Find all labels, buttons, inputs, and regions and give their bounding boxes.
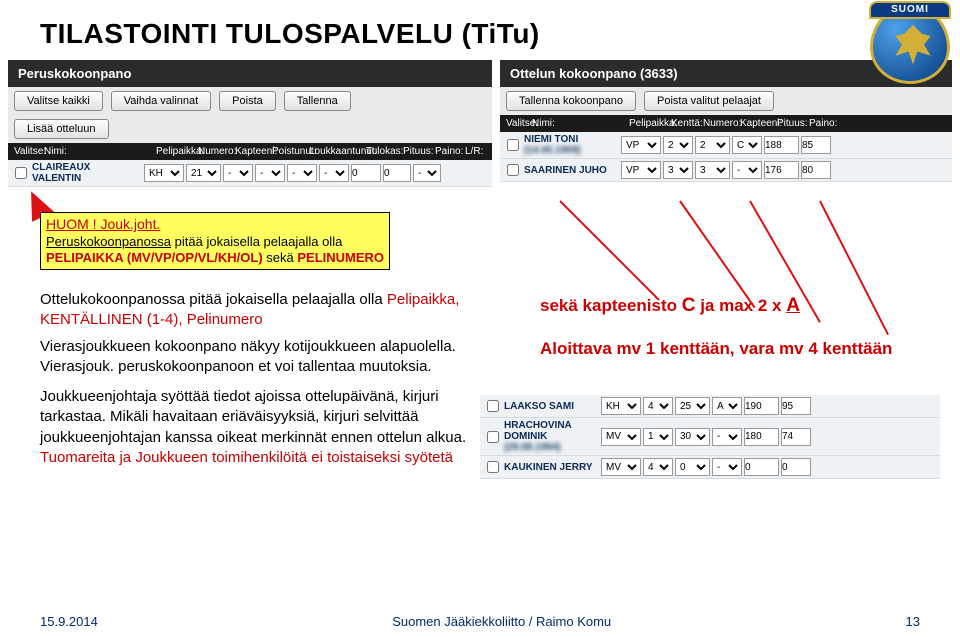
lower-right-table: LAAKSO SAMI KH 4 25 A HRACHOVINA DOMINIK…: [480, 395, 940, 479]
player-name: HRACHOVINA DOMINIK (29.08.1994): [504, 420, 599, 453]
weight-input[interactable]: [801, 136, 831, 154]
player-name: CLAIREAUX VALENTIN: [32, 162, 142, 184]
captain-select[interactable]: -: [712, 428, 742, 446]
number-select[interactable]: 30: [675, 428, 710, 446]
table-row: LAAKSO SAMI KH 4 25 A: [480, 395, 940, 418]
weight-input[interactable]: [383, 164, 411, 182]
select-all-button[interactable]: Valitse kaikki: [14, 91, 103, 111]
position-select[interactable]: KH: [601, 397, 641, 415]
row-checkbox[interactable]: [15, 167, 27, 179]
delete-button[interactable]: Poista: [219, 91, 276, 111]
add-to-match-button[interactable]: Lisää otteluun: [14, 119, 109, 139]
height-input[interactable]: [744, 397, 779, 415]
position-select[interactable]: MV: [601, 458, 641, 476]
table-row: HRACHOVINA DOMINIK (29.08.1994) MV 1 30 …: [480, 418, 940, 456]
logo-ribbon: SUOMI: [869, 1, 951, 19]
line-select[interactable]: 2: [663, 136, 693, 154]
left-column-header: Valitse: Nimi: Pelipaikka: Numero: Kapte…: [8, 143, 492, 160]
player-name: SAARINEN JUHO: [524, 165, 619, 176]
lion-icon: [891, 25, 935, 69]
remove-selected-button[interactable]: Poista valitut pelaajat: [644, 91, 774, 111]
captain-select[interactable]: A: [712, 397, 742, 415]
weight-input[interactable]: [801, 161, 831, 179]
number-select[interactable]: 25: [675, 397, 710, 415]
weight-input[interactable]: [781, 397, 811, 415]
position-select[interactable]: VP: [621, 161, 661, 179]
hand-select[interactable]: -: [413, 164, 441, 182]
height-input[interactable]: [351, 164, 381, 182]
pointer-line: [559, 200, 659, 300]
row-checkbox[interactable]: [507, 164, 519, 176]
table-row: SAARINEN JUHO VP 3 3 -: [500, 159, 952, 182]
height-input[interactable]: [744, 458, 779, 476]
right-column-header: Valitse: Nimi: Pelipaikka: Kenttä: Numer…: [500, 115, 952, 132]
position-select[interactable]: KH: [144, 164, 184, 182]
weight-input[interactable]: [781, 428, 811, 446]
number-select[interactable]: 2: [695, 136, 730, 154]
row-checkbox[interactable]: [487, 431, 499, 443]
panel-peruskokoonpano: Peruskokoonpano Valitse kaikki Vaihda va…: [8, 60, 492, 187]
line-select[interactable]: 4: [643, 458, 673, 476]
right-annotations: sekä kapteenisto C ja max 2 x A Aloittav…: [540, 295, 892, 359]
captain-select[interactable]: -: [223, 164, 253, 182]
pointer-line: [679, 200, 755, 308]
captain-select[interactable]: -: [732, 161, 762, 179]
height-input[interactable]: [764, 161, 799, 179]
page-title: TILASTOINTI TULOSPALVELU (TiTu): [0, 0, 960, 60]
note-line1: HUOM ! Jouk.joht.: [46, 216, 384, 234]
row-checkbox[interactable]: [507, 139, 519, 151]
slide-footer: 15.9.2014 Suomen Jääkiekkoliitto / Raimo…: [0, 614, 960, 629]
table-row: KAUKINEN JERRY MV 4 0 -: [480, 456, 940, 479]
row-checkbox[interactable]: [487, 400, 499, 412]
line-select[interactable]: 4: [643, 397, 673, 415]
save-lineup-button[interactable]: Tallenna kokoonpano: [506, 91, 636, 111]
rookie-select[interactable]: -: [319, 164, 349, 182]
removed-select[interactable]: -: [255, 164, 285, 182]
number-select[interactable]: 3: [695, 161, 730, 179]
height-input[interactable]: [764, 136, 799, 154]
row-checkbox[interactable]: [487, 461, 499, 473]
table-row: CLAIREAUX VALENTIN KH 21 - - - - -: [8, 160, 492, 187]
swap-selection-button[interactable]: Vaihda valinnat: [111, 91, 211, 111]
captain-select[interactable]: -: [712, 458, 742, 476]
captain-select[interactable]: C: [732, 136, 762, 154]
highlight-note: HUOM ! Jouk.joht. Peruskokoonpanossa pit…: [40, 212, 390, 270]
number-select[interactable]: 0: [675, 458, 710, 476]
injured-select[interactable]: -: [287, 164, 317, 182]
table-row: NIEMI TONI (14.00.1909) VP 2 2 C: [500, 132, 952, 159]
line-select[interactable]: 3: [663, 161, 693, 179]
player-name: LAAKSO SAMI: [504, 401, 599, 412]
weight-input[interactable]: [781, 458, 811, 476]
suomi-logo: SUOMI: [870, 4, 950, 84]
player-name: NIEMI TONI (14.00.1909): [524, 134, 619, 156]
player-name: KAUKINEN JERRY: [504, 462, 599, 473]
save-button[interactable]: Tallenna: [284, 91, 351, 111]
position-select[interactable]: VP: [621, 136, 661, 154]
footer-author: Suomen Jääkiekkoliitto / Raimo Komu: [98, 614, 906, 629]
body-text: Ottelukokoonpanossa pitää jokaisella pel…: [40, 290, 470, 468]
number-select[interactable]: 21: [186, 164, 221, 182]
line-select[interactable]: 1: [643, 428, 673, 446]
footer-date: 15.9.2014: [40, 614, 98, 629]
position-select[interactable]: MV: [601, 428, 641, 446]
footer-page: 13: [906, 614, 920, 629]
height-input[interactable]: [744, 428, 779, 446]
panel-left-header: Peruskokoonpano: [8, 60, 492, 87]
